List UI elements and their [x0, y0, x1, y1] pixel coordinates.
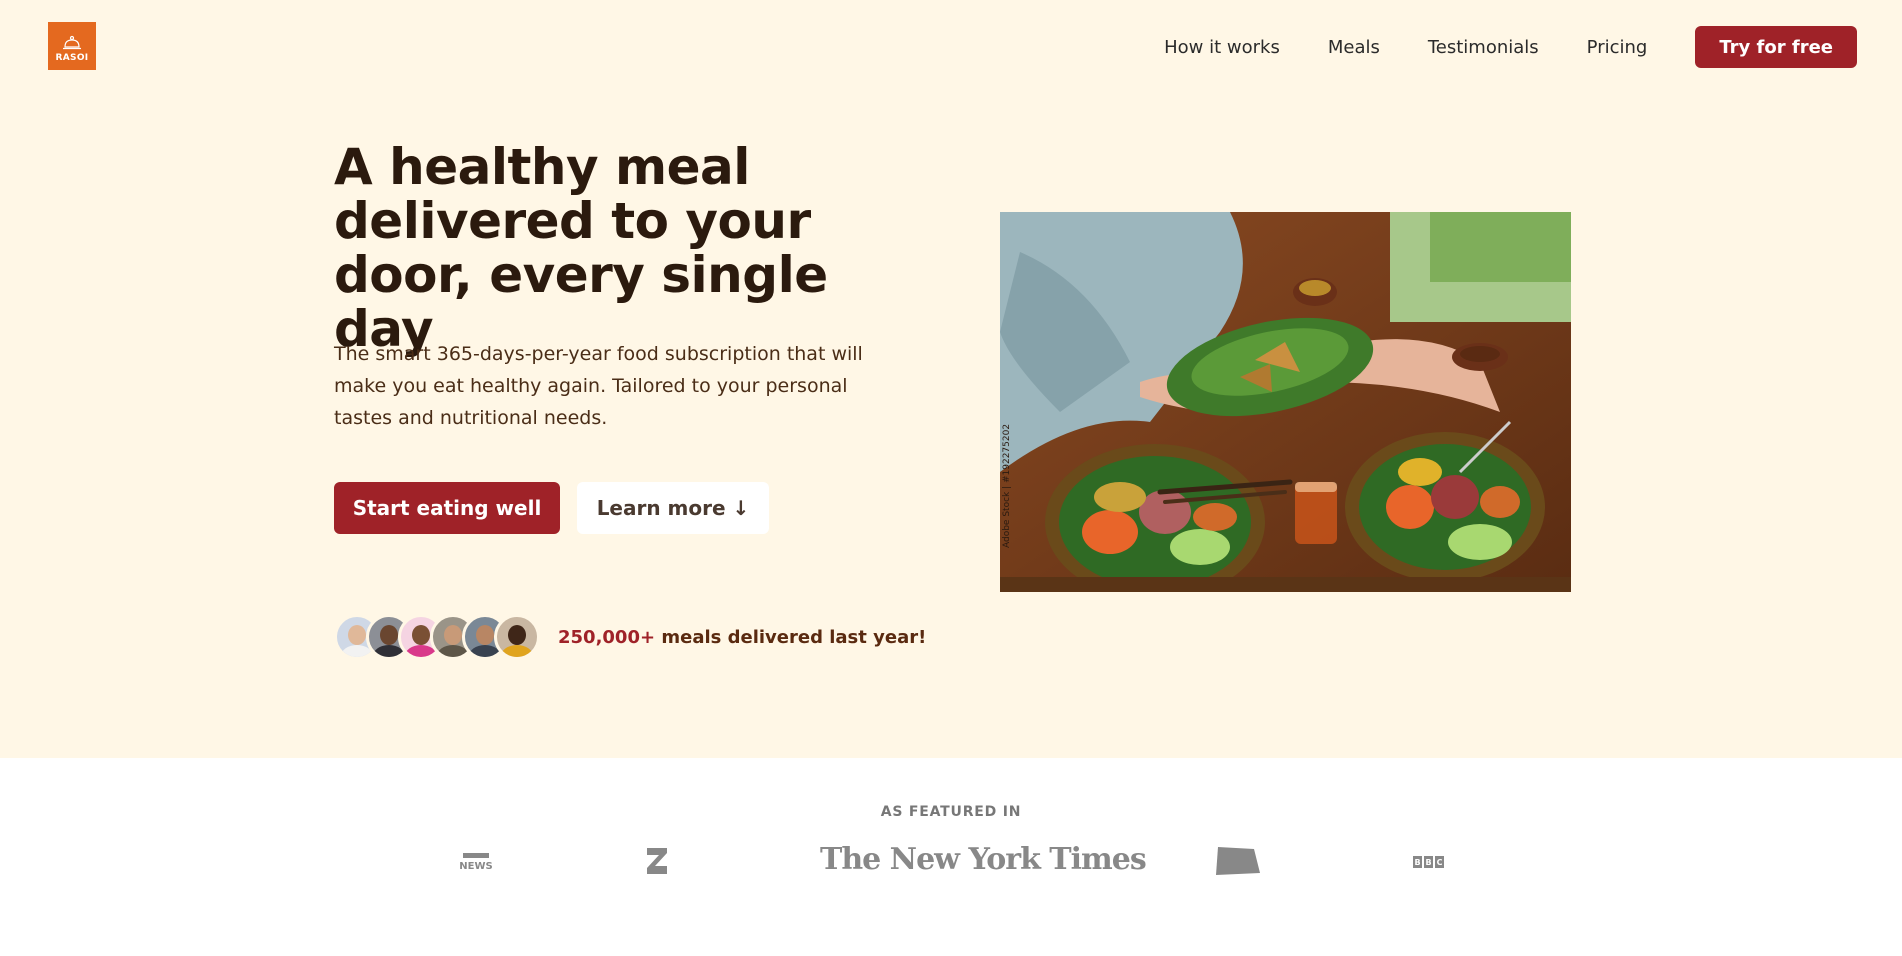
- image-credit: Adobe Stock | #192275202: [1002, 423, 1012, 548]
- svg-text:C: C: [1437, 858, 1443, 867]
- nav-link-meals[interactable]: Meals: [1328, 37, 1380, 58]
- svg-text:B: B: [1414, 858, 1420, 867]
- usa-today-logo: B B C: [1412, 854, 1446, 873]
- hero-title: A healthy meal delivered to your door, e…: [334, 138, 828, 358]
- featured-logos: NEWS The New York Times B B C: [0, 840, 1902, 880]
- nav-link-pricing[interactable]: Pricing: [1587, 37, 1648, 58]
- nav-link-how-it-works[interactable]: How it works: [1164, 37, 1280, 58]
- hero-food-image: [1000, 212, 1571, 592]
- meals-delivered-count: 250,000+: [558, 627, 656, 648]
- avatar: [494, 614, 540, 660]
- nav-link-testimonials[interactable]: Testimonials: [1428, 37, 1539, 58]
- main-nav: How it works Meals Testimonials Pricing …: [1164, 26, 1857, 68]
- svg-text:NEWS: NEWS: [459, 861, 492, 872]
- featured-in-title: AS FEATURED IN: [880, 804, 1022, 820]
- logo-text: RASOI: [55, 53, 89, 63]
- svg-text:B: B: [1425, 858, 1431, 867]
- try-for-free-button[interactable]: Try for free: [1695, 26, 1857, 68]
- business-insider-logo: [645, 846, 669, 880]
- hero-section: RASOI How it works Meals Testimonials Pr…: [0, 0, 1902, 758]
- forbes-logo: [1214, 845, 1262, 881]
- start-eating-well-button[interactable]: Start eating well: [334, 482, 560, 534]
- nyt-logo: The New York Times: [820, 842, 1147, 877]
- rasoi-logo[interactable]: RASOI: [48, 22, 96, 70]
- meals-delivered-text: meals delivered last year!: [661, 627, 927, 648]
- learn-more-button[interactable]: Learn more ↓: [577, 482, 769, 534]
- techcrunch-logo: NEWS: [459, 852, 493, 876]
- hero-description: The smart 365-days-per-year food subscri…: [334, 343, 863, 429]
- customer-avatars: [334, 614, 540, 662]
- meals-delivered-stat: 250,000+ meals delivered last year!: [558, 627, 926, 648]
- cloche-icon: [63, 35, 81, 50]
